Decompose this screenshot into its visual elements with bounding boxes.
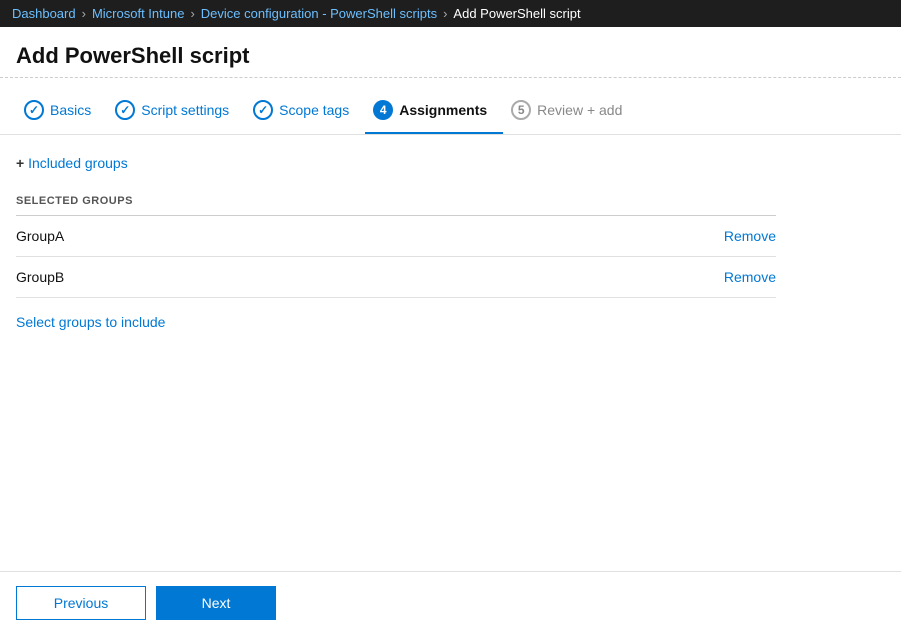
step-scope-tags-label: Scope tags <box>279 102 349 118</box>
remove-group-b-button[interactable]: Remove <box>724 269 776 285</box>
step-assignments[interactable]: 4 Assignments <box>365 90 503 134</box>
select-groups-link[interactable]: Select groups to include <box>16 314 165 330</box>
group-name-a: GroupA <box>16 216 542 257</box>
content-area: + Included groups SELECTED GROUPS GroupA… <box>0 135 901 346</box>
breadcrumb-intune[interactable]: Microsoft Intune <box>92 6 185 21</box>
step-basics-label: Basics <box>50 102 91 118</box>
step-script-settings-label: Script settings <box>141 102 229 118</box>
step-review-add[interactable]: 5 Review + add <box>503 90 638 134</box>
step-review-add-number: 5 <box>518 103 525 117</box>
previous-button[interactable]: Previous <box>16 586 146 620</box>
step-script-settings[interactable]: Script settings <box>107 90 245 134</box>
step-script-settings-icon <box>115 100 135 120</box>
step-scope-tags[interactable]: Scope tags <box>245 90 365 134</box>
footer: Previous Next <box>0 571 901 634</box>
step-assignments-number: 4 <box>380 103 387 117</box>
step-basics[interactable]: Basics <box>16 90 107 134</box>
breadcrumb-sep-1: › <box>82 6 86 21</box>
page-title: Add PowerShell script <box>0 27 901 78</box>
next-button[interactable]: Next <box>156 586 276 620</box>
remove-group-a-button[interactable]: Remove <box>724 228 776 244</box>
breadcrumb-sep-3: › <box>443 6 447 21</box>
table-row: GroupB Remove <box>16 257 776 298</box>
table-header-groups: SELECTED GROUPS <box>16 187 542 216</box>
included-groups-toggle[interactable]: + Included groups <box>16 155 885 171</box>
check-icon-2 <box>120 103 130 117</box>
check-icon <box>29 103 39 117</box>
table-row: GroupA Remove <box>16 216 776 257</box>
breadcrumb-device-config[interactable]: Device configuration - PowerShell script… <box>201 6 437 21</box>
step-assignments-icon: 4 <box>373 100 393 120</box>
check-icon-3 <box>258 103 268 117</box>
step-scope-tags-icon <box>253 100 273 120</box>
breadcrumb-dashboard[interactable]: Dashboard <box>12 6 76 21</box>
wizard-steps: Basics Script settings Scope tags 4 Assi… <box>0 78 901 135</box>
step-assignments-label: Assignments <box>399 102 487 118</box>
breadcrumb-current: Add PowerShell script <box>453 6 580 21</box>
included-groups-label: Included groups <box>28 155 128 171</box>
step-review-add-label: Review + add <box>537 102 622 118</box>
step-review-add-icon: 5 <box>511 100 531 120</box>
plus-sign: + <box>16 155 24 171</box>
group-name-b: GroupB <box>16 257 542 298</box>
groups-table: SELECTED GROUPS GroupA Remove GroupB Rem… <box>16 187 776 298</box>
breadcrumb-sep-2: › <box>190 6 194 21</box>
step-basics-icon <box>24 100 44 120</box>
breadcrumb: Dashboard › Microsoft Intune › Device co… <box>0 0 901 27</box>
